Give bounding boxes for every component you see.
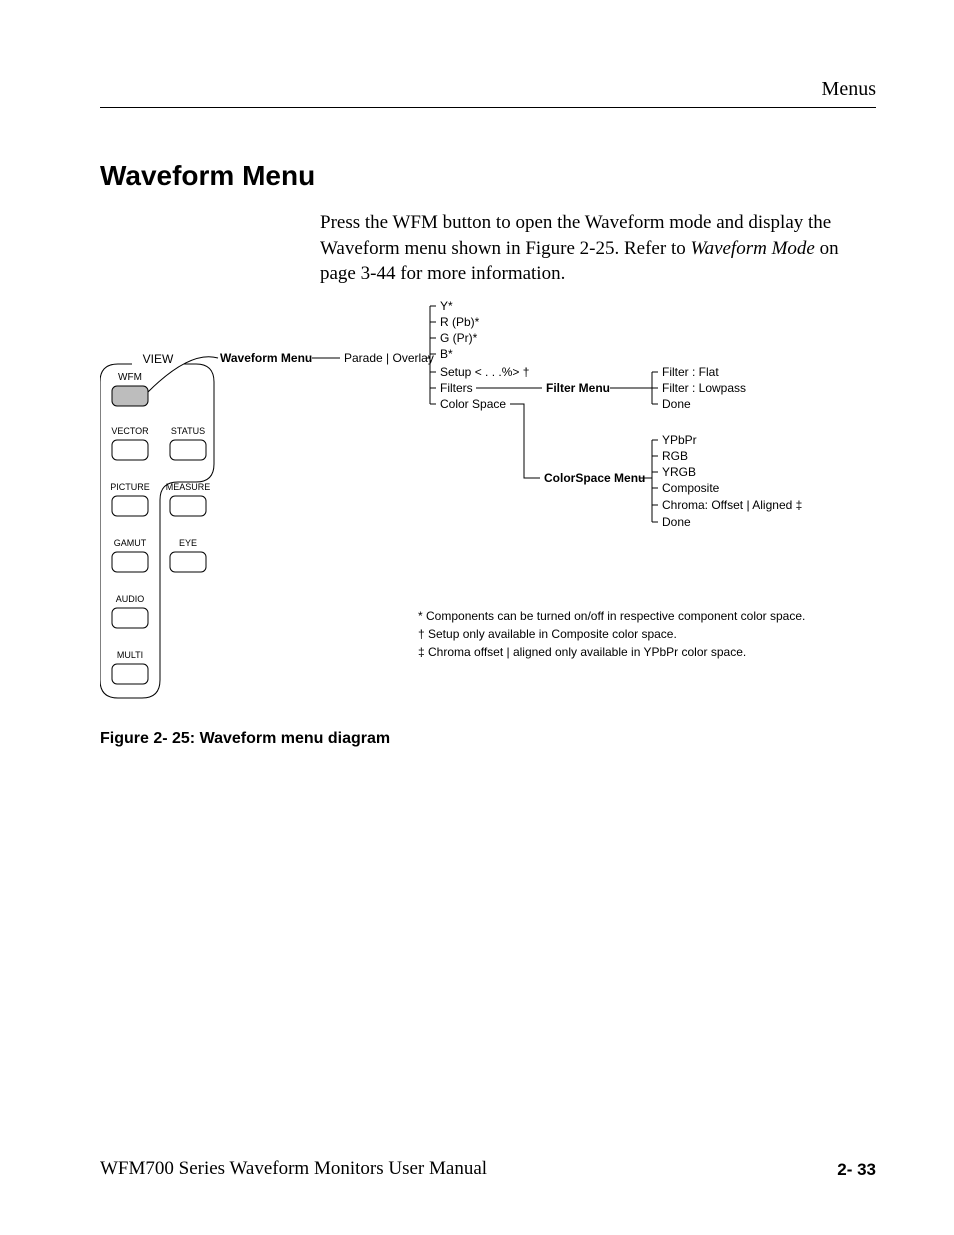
svg-text:VECTOR: VECTOR — [111, 426, 149, 436]
item-r: R (Pb)* — [440, 315, 480, 329]
svg-text:GAMUT: GAMUT — [114, 538, 147, 548]
colorspace-menu-title: ColorSpace Menu — [544, 471, 645, 485]
cs-rgb: RGB — [662, 449, 688, 463]
eye-button: EYE — [170, 538, 206, 572]
status-button: STATUS — [170, 426, 206, 460]
filter-flat: Filter : Flat — [662, 365, 719, 379]
footnote-1: * Components can be turned on/off in res… — [418, 609, 805, 623]
item-colorspace: Color Space — [440, 397, 506, 411]
svg-text:STATUS: STATUS — [171, 426, 205, 436]
parade-overlay: Parade | Overlay — [344, 351, 434, 365]
measure-button: MEASURE — [166, 482, 211, 516]
cs-yrgb: YRGB — [662, 465, 696, 479]
cs-chroma: Chroma: Offset | Aligned ‡ — [662, 498, 802, 512]
cs-done: Done — [662, 515, 691, 529]
item-filters: Filters — [440, 381, 473, 395]
root-node: Waveform Menu — [220, 351, 312, 365]
item-setup: Setup < . . .%> † — [440, 365, 529, 379]
multi-button: MULTI — [112, 650, 148, 684]
figure-caption: Figure 2- 25: Waveform menu diagram — [100, 730, 390, 748]
svg-text:EYE: EYE — [179, 538, 197, 548]
running-header: Menus — [100, 78, 876, 108]
svg-text:WFM: WFM — [118, 372, 142, 383]
footer-manual-title: WFM700 Series Waveform Monitors User Man… — [100, 1158, 487, 1180]
gamut-button: GAMUT — [112, 538, 148, 572]
cs-composite: Composite — [662, 481, 720, 495]
item-y: Y* — [440, 300, 453, 313]
svg-text:MULTI: MULTI — [117, 650, 143, 660]
footnote-3: ‡ Chroma offset | aligned only available… — [418, 645, 746, 659]
picture-button: PICTURE — [110, 482, 150, 516]
intro-em: Waveform Mode — [690, 238, 814, 259]
view-label: VIEW — [143, 352, 174, 366]
footer-page-number: 2- 33 — [837, 1160, 876, 1180]
filter-done: Done — [662, 397, 691, 411]
svg-text:AUDIO: AUDIO — [116, 594, 145, 604]
vector-button: VECTOR — [111, 426, 149, 460]
audio-button: AUDIO — [112, 594, 148, 628]
svg-text:MEASURE: MEASURE — [166, 482, 211, 492]
item-b: B* — [440, 347, 453, 361]
filter-lowpass: Filter : Lowpass — [662, 381, 746, 395]
figure-diagram: VIEW WFM VECTOR STATUS PICTURE — [100, 300, 876, 720]
intro-paragraph: Press the WFM button to open the Wavefor… — [320, 210, 876, 287]
wfm-button: WFM — [112, 372, 148, 406]
running-header-text: Menus — [822, 78, 876, 100]
footnote-2: † Setup only available in Composite colo… — [418, 627, 677, 641]
item-g: G (Pr)* — [440, 331, 478, 345]
filter-menu-title: Filter Menu — [546, 381, 610, 395]
section-title: Waveform Menu — [100, 160, 315, 192]
cs-ypbpr: YPbPr — [662, 433, 697, 447]
svg-text:PICTURE: PICTURE — [110, 482, 150, 492]
